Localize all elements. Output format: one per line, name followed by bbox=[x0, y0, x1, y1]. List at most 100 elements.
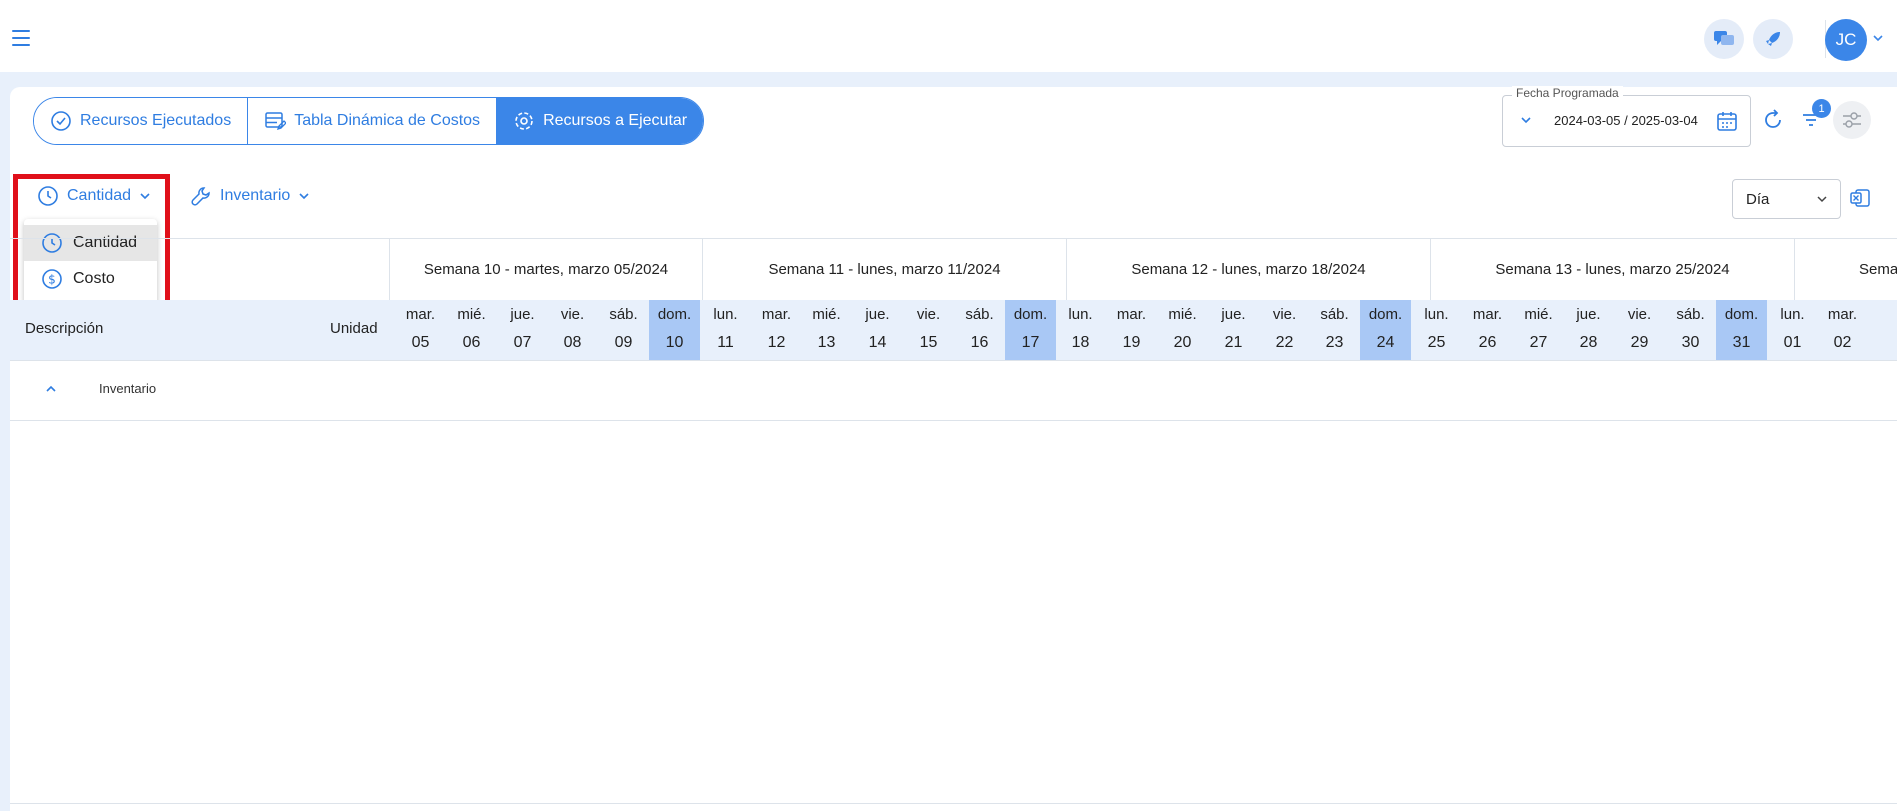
tab-tabla-dinamica[interactable]: Tabla Dinámica de Costos bbox=[248, 98, 498, 144]
day-of-week-label: mié. bbox=[1524, 306, 1553, 323]
day-of-week-label: mar. bbox=[1472, 306, 1503, 323]
chevron-down-icon[interactable] bbox=[1520, 116, 1532, 124]
day-of-week-label: sáb. bbox=[1320, 306, 1349, 323]
day-number-label: 24 bbox=[1376, 334, 1395, 351]
view-tabs: Recursos Ejecutados Tabla Dinámica de Co… bbox=[33, 97, 705, 145]
period-select[interactable]: Día bbox=[1732, 179, 1841, 219]
day-column-header: mar. 05 bbox=[395, 300, 446, 360]
day-number-label: 02 bbox=[1833, 334, 1852, 351]
week-header: Semana 11 - lunes, marzo 11/2024 bbox=[702, 239, 1066, 300]
day-column-header: mié. 06 bbox=[446, 300, 497, 360]
inventory-select-value: Inventario bbox=[220, 187, 291, 204]
day-column-header: vie. 22 bbox=[1259, 300, 1310, 360]
day-column-header: dom. 31 bbox=[1716, 300, 1767, 360]
chevron-down-icon[interactable] bbox=[1872, 34, 1884, 42]
clock-icon bbox=[42, 233, 62, 253]
badge-count: 1 bbox=[1818, 102, 1825, 115]
tab-label: Recursos a Ejecutar bbox=[543, 112, 688, 129]
day-column-header: lun. 25 bbox=[1411, 300, 1462, 360]
day-number-label: 27 bbox=[1529, 334, 1548, 351]
day-number-label: 29 bbox=[1630, 334, 1649, 351]
day-number-label: 05 bbox=[411, 334, 430, 351]
day-of-week-label: sáb. bbox=[1676, 306, 1705, 323]
day-column-header: dom. 17 bbox=[1005, 300, 1056, 360]
tab-label: Tabla Dinámica de Costos bbox=[294, 112, 481, 129]
top-bar bbox=[0, 0, 1897, 72]
day-column-header: lun. 01 bbox=[1767, 300, 1818, 360]
settings-button[interactable] bbox=[1833, 101, 1871, 139]
day-of-week-label: vie. bbox=[1272, 306, 1297, 323]
gear-icon bbox=[515, 112, 533, 130]
week-label: Semana 13 - lunes, marzo 25/2024 bbox=[1495, 261, 1730, 278]
avatar-initials: JC bbox=[1835, 30, 1857, 49]
tab-recursos-ejecutados[interactable]: Recursos Ejecutados bbox=[34, 98, 249, 144]
day-of-week-label: mié. bbox=[457, 306, 486, 323]
day-number-label: 06 bbox=[462, 334, 481, 351]
day-column-header: mar. 12 bbox=[751, 300, 802, 360]
menu-icon[interactable] bbox=[12, 30, 30, 46]
day-of-week-label: mié. bbox=[1168, 306, 1197, 323]
chevron-up-icon[interactable] bbox=[44, 384, 58, 394]
launch-button[interactable] bbox=[1753, 19, 1793, 59]
day-of-week-label: sáb. bbox=[965, 306, 994, 323]
week-header: Semana 10 - martes, marzo 05/2024 bbox=[389, 239, 702, 300]
week-header: Semana 13 - lunes, marzo 25/2024 bbox=[1430, 239, 1794, 300]
week-label: Sema bbox=[1859, 261, 1897, 278]
day-number-label: 09 bbox=[614, 334, 633, 351]
day-column-header: sáb. 09 bbox=[598, 300, 649, 360]
avatar[interactable]: JC bbox=[1825, 19, 1867, 61]
day-of-week-label: lun. bbox=[1780, 306, 1805, 323]
day-column-header: vie. 15 bbox=[903, 300, 954, 360]
day-number-label: 08 bbox=[563, 334, 582, 351]
day-of-week-label: lun. bbox=[1068, 306, 1093, 323]
day-number-label: 28 bbox=[1579, 334, 1598, 351]
inventory-select[interactable]: Inventario bbox=[190, 185, 310, 207]
day-of-week-label: jue. bbox=[1221, 306, 1246, 323]
day-column-header: jue. 07 bbox=[497, 300, 548, 360]
day-number-label: 22 bbox=[1275, 334, 1294, 351]
wrench-icon bbox=[191, 187, 210, 206]
day-column-header: mié. 20 bbox=[1157, 300, 1208, 360]
refresh-icon[interactable] bbox=[1762, 109, 1784, 131]
day-of-week-label: dom. bbox=[1013, 306, 1048, 323]
day-of-week-label: vie. bbox=[560, 306, 585, 323]
day-column-header: lun. 18 bbox=[1055, 300, 1106, 360]
day-number-label: 31 bbox=[1732, 334, 1751, 351]
day-number-label: 16 bbox=[970, 334, 989, 351]
week-label: Semana 10 - martes, marzo 05/2024 bbox=[423, 261, 669, 278]
sliders-icon bbox=[1843, 112, 1861, 128]
day-column-header: mié. 13 bbox=[801, 300, 852, 360]
calendar-icon[interactable] bbox=[1716, 110, 1738, 132]
rocket-icon bbox=[1766, 32, 1780, 46]
day-column-header: mié. 27 bbox=[1513, 300, 1564, 360]
menu-item-cantidad[interactable]: Cantidad bbox=[24, 225, 157, 261]
table-bottom-border bbox=[10, 803, 1897, 804]
day-number-label: 15 bbox=[919, 334, 938, 351]
menu-item-label: Cantidad bbox=[73, 234, 138, 251]
column-header-unit[interactable]: Unidad bbox=[330, 320, 378, 337]
day-number-label: 26 bbox=[1478, 334, 1497, 351]
menu-item-costo[interactable]: $ Costo bbox=[24, 261, 157, 297]
day-number-label: 23 bbox=[1325, 334, 1344, 351]
day-column-header: jue. 28 bbox=[1563, 300, 1614, 360]
date-range-input[interactable]: 2024-03-05 / 2025-03-04 bbox=[1554, 113, 1698, 128]
tab-recursos-a-ejecutar[interactable]: Recursos a Ejecutar bbox=[497, 98, 704, 144]
day-of-week-label: mar. bbox=[761, 306, 792, 323]
dollar-icon: $ bbox=[42, 269, 62, 289]
column-header-description[interactable]: Descripción bbox=[25, 320, 103, 337]
excel-export-icon[interactable] bbox=[1849, 187, 1871, 209]
header-bottom-border bbox=[10, 360, 1897, 361]
day-number-label: 30 bbox=[1681, 334, 1700, 351]
day-of-week-label: dom. bbox=[1368, 306, 1403, 323]
day-of-week-label: jue. bbox=[1576, 306, 1601, 323]
day-number-label: 17 bbox=[1021, 334, 1040, 351]
day-column-header: lun. 11 bbox=[700, 300, 751, 360]
table-edit-icon bbox=[265, 112, 287, 131]
chat-button[interactable] bbox=[1704, 19, 1744, 59]
week-header: Semana 12 - lunes, marzo 18/2024 bbox=[1066, 239, 1430, 300]
day-column-header: sáb. 23 bbox=[1309, 300, 1360, 360]
svg-text:$: $ bbox=[48, 273, 56, 287]
chat-icon bbox=[1714, 31, 1734, 45]
group-row-border bbox=[10, 420, 1897, 421]
chevron-down-icon bbox=[1817, 196, 1827, 203]
